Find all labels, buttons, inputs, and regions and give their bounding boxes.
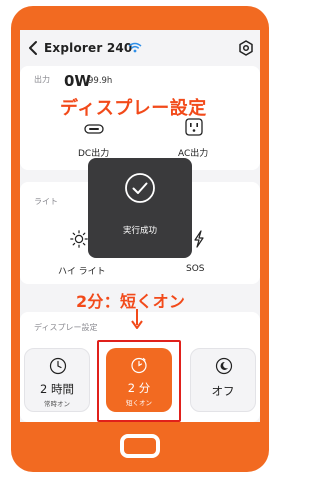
chevron-left-icon[interactable] (26, 39, 40, 57)
option-sub-label: 常時オン (44, 400, 70, 408)
annotation-display-settings: ディスプレー設定 (60, 98, 207, 119)
moon-icon (215, 357, 233, 375)
output-watts: 0W (64, 72, 91, 90)
arrow-down-icon (131, 309, 143, 329)
sun-icon[interactable] (70, 230, 88, 248)
success-toast: 実行成功 (88, 158, 192, 258)
wifi-icon (128, 42, 142, 53)
dc-port-icon[interactable] (84, 120, 104, 138)
gear-icon[interactable] (238, 40, 254, 56)
highlight-box (97, 340, 181, 422)
device-title: Explorer 240 (44, 41, 133, 55)
ac-outlet-icon[interactable] (184, 118, 204, 136)
light-section-label: ライト (34, 197, 58, 206)
toast-message: 実行成功 (122, 226, 157, 236)
clock-icon (49, 357, 67, 375)
remaining-hours: 99.9h (88, 76, 113, 86)
app-header: Explorer 240 (20, 30, 260, 66)
flash-icon[interactable] (190, 230, 208, 248)
display-section-label: ディスプレー設定 (34, 323, 98, 332)
light-sos-label: SOS (186, 264, 205, 274)
option-main-label: 2 時間 (40, 382, 74, 396)
display-option-off[interactable]: オフ (190, 348, 256, 412)
home-button (120, 434, 160, 458)
output-section-label: 出力 (34, 75, 50, 84)
check-circle-icon (125, 173, 155, 203)
display-option-2h[interactable]: 2 時間 常時オン (24, 348, 90, 412)
app-screen: Explorer 240 出力 0W 99.9h DC出力 AC出力 ディスプレ… (20, 30, 260, 422)
light-high-label: ハイ ライト (58, 267, 106, 277)
option-main-label: オフ (211, 384, 235, 398)
